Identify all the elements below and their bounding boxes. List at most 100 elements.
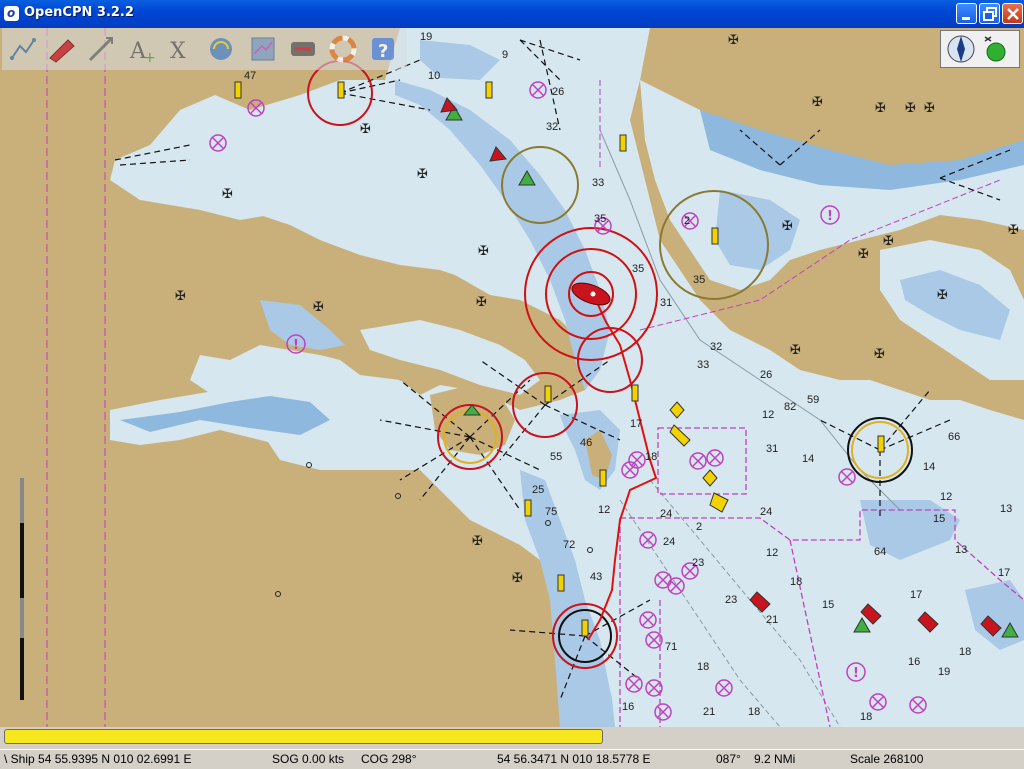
gps-status-icon — [984, 36, 1006, 62]
svg-text:46: 46 — [580, 437, 592, 449]
chart-canvas[interactable]: ! ! ! ✠✠✠ ✠✠✠ ✠✠✠ ✠ ✠ ✠ ✠✠✠ ✠✠✠ ✠✠✠ 4719… — [0, 28, 1024, 727]
svg-text:12: 12 — [940, 491, 952, 503]
svg-text:?: ? — [378, 41, 388, 62]
north-arrow-icon — [947, 35, 975, 63]
svg-text:!: ! — [853, 666, 859, 681]
svg-text:✠: ✠ — [417, 167, 428, 182]
svg-text:15: 15 — [933, 513, 945, 525]
svg-text:✠: ✠ — [790, 343, 801, 358]
measure-tool-icon[interactable] — [84, 32, 118, 66]
svg-text:25: 25 — [532, 484, 544, 496]
svg-text:21: 21 — [766, 614, 778, 626]
svg-text:32: 32 — [546, 121, 558, 133]
ship-position: \ Ship 54 55.9395 N 010 02.6991 E — [4, 752, 192, 766]
svg-text:12: 12 — [762, 409, 774, 421]
svg-text:✠: ✠ — [858, 247, 869, 262]
svg-text:✠: ✠ — [924, 101, 935, 116]
svg-text:18: 18 — [645, 451, 657, 463]
toolbar: A + X ? — [2, 28, 407, 70]
svg-text:43: 43 — [590, 571, 602, 583]
svg-text:23: 23 — [725, 594, 737, 606]
svg-text:24: 24 — [760, 506, 772, 518]
cursor-position: 54 56.3471 N 010 18.5778 E — [497, 752, 651, 766]
svg-text:21: 21 — [703, 706, 715, 718]
svg-text:13: 13 — [955, 544, 967, 556]
zoom-chart-icon[interactable] — [6, 32, 40, 66]
svg-text:82: 82 — [784, 401, 796, 413]
svg-text:!: ! — [827, 209, 833, 224]
svg-text:✠: ✠ — [478, 244, 489, 259]
svg-text:75: 75 — [545, 506, 557, 518]
svg-text:47: 47 — [244, 70, 256, 82]
close-button[interactable] — [1002, 3, 1023, 24]
compass-widget[interactable] — [940, 30, 1020, 68]
svg-text:16: 16 — [622, 701, 634, 713]
status-bar: \ Ship 54 55.9395 N 010 02.6991 E SOG 0.… — [0, 749, 1024, 769]
svg-text:19: 19 — [938, 666, 950, 678]
svg-text:18: 18 — [748, 706, 760, 718]
svg-text:35: 35 — [594, 213, 606, 225]
svg-text:35: 35 — [632, 263, 644, 275]
track-icon[interactable] — [286, 32, 320, 66]
svg-text:55: 55 — [550, 451, 562, 463]
speed-over-ground: SOG 0.00 kts — [272, 752, 345, 766]
svg-text:✠: ✠ — [476, 295, 487, 310]
svg-text:35: 35 — [693, 274, 705, 286]
svg-text:✠: ✠ — [313, 300, 324, 315]
cursor-distance: 9.2 NMi — [754, 752, 796, 766]
title-bar: o OpenCPN 3.2.2 — [0, 0, 1024, 28]
svg-text:10: 10 — [428, 70, 440, 82]
opencpn-logo-icon: o — [4, 6, 19, 21]
svg-text:31: 31 — [660, 297, 672, 309]
svg-text:17: 17 — [998, 567, 1010, 579]
svg-text:✠: ✠ — [883, 234, 894, 249]
svg-text:14: 14 — [923, 461, 935, 473]
gps-connection-icon[interactable] — [204, 32, 238, 66]
svg-text:18: 18 — [860, 711, 872, 723]
svg-text:24: 24 — [660, 508, 672, 520]
svg-text:✠: ✠ — [782, 219, 793, 234]
svg-text:15: 15 — [822, 599, 834, 611]
mob-icon[interactable] — [326, 32, 360, 66]
svg-text:2: 2 — [684, 215, 690, 227]
cross-hair-icon[interactable]: X — [164, 32, 198, 66]
svg-text:14: 14 — [802, 453, 814, 465]
nautical-chart[interactable]: ! ! ! ✠ ✠ ✠ ✠ ✠ ✠ ✠ ✠ ✠ ✠ ✠ ✠ ✠ ✠ ✠ ✠ ✠ ✠ ✠ ✠ ✠ — [0, 28, 1024, 727]
svg-text:✠: ✠ — [1008, 223, 1019, 238]
svg-text:✠: ✠ — [175, 289, 186, 304]
svg-text:59: 59 — [807, 394, 819, 406]
svg-text:✠: ✠ — [222, 187, 233, 202]
svg-text:!: ! — [293, 338, 299, 353]
text-zoom-icon[interactable]: A + — [124, 32, 158, 66]
svg-text:32: 32 — [710, 341, 722, 353]
scale-bar — [20, 478, 24, 700]
svg-text:26: 26 — [552, 86, 564, 98]
window-title: OpenCPN 3.2.2 — [24, 5, 134, 20]
svg-text:2: 2 — [696, 521, 702, 533]
svg-text:✠: ✠ — [905, 101, 916, 116]
svg-text:33: 33 — [697, 359, 709, 371]
svg-text:26: 26 — [760, 369, 772, 381]
svg-text:23: 23 — [692, 557, 704, 569]
help-icon[interactable]: ? — [366, 32, 400, 66]
chart-scale: Scale 268100 — [850, 752, 924, 766]
restore-button[interactable] — [979, 3, 1000, 24]
svg-text:✠: ✠ — [874, 347, 885, 362]
svg-text:24: 24 — [663, 536, 675, 548]
svg-text:64: 64 — [874, 546, 886, 558]
svg-text:✠: ✠ — [937, 288, 948, 303]
svg-text:18: 18 — [790, 576, 802, 588]
svg-text:72: 72 — [563, 539, 575, 551]
svg-text:71: 71 — [665, 641, 677, 653]
svg-text:16: 16 — [908, 656, 920, 668]
svg-text:19: 19 — [420, 31, 432, 43]
ship-route-icon[interactable] — [44, 32, 78, 66]
cursor-bearing: 087° — [716, 752, 741, 766]
svg-text:18: 18 — [697, 661, 709, 673]
minimize-button[interactable] — [956, 3, 977, 24]
svg-text:33: 33 — [592, 177, 604, 189]
course-over-ground: COG 298° — [361, 752, 417, 766]
chart-bar-icon[interactable] — [246, 32, 280, 66]
svg-text:X: X — [170, 39, 186, 64]
svg-text:✠: ✠ — [360, 122, 371, 137]
